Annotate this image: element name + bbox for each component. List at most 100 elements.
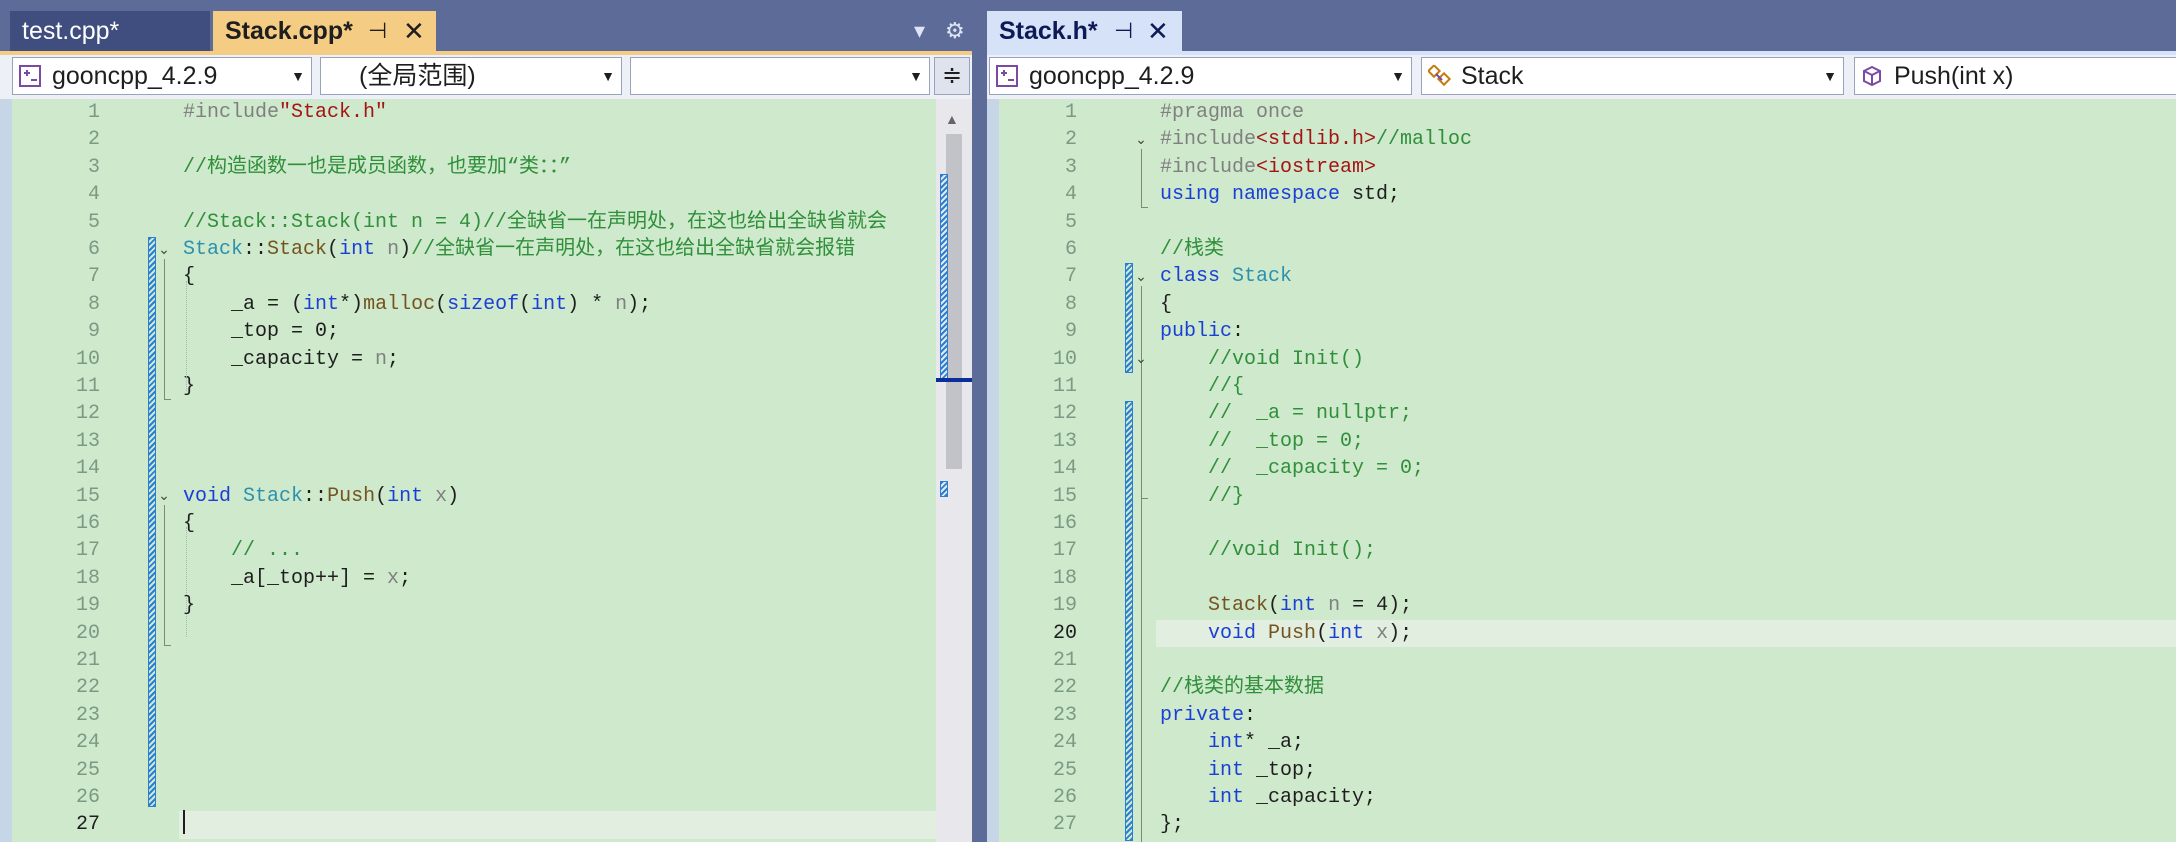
code-token: ( <box>435 292 448 316</box>
code-token: public <box>1160 320 1233 344</box>
code-line[interactable]: 11} <box>0 373 972 400</box>
code-line[interactable]: 1 #include"Stack.h" <box>0 99 972 126</box>
code-token: //void Init(); <box>1160 539 1377 563</box>
code-line[interactable]: 13 <box>0 428 972 455</box>
chevron-down-icon[interactable]: ▾ <box>914 18 925 44</box>
code-token: Push <box>1268 621 1317 645</box>
project-dropdown[interactable]: gooncpp_4.2.9 ▼ <box>989 57 1412 95</box>
code-editor-left[interactable]: 1 #include"Stack.h" 2 3//构造函数一也是成员函数，也要加“类：… <box>0 99 972 842</box>
fold-chevron-icon[interactable]: ⌄ <box>1134 269 1148 283</box>
code-line[interactable]: 15 void Stack::Push(int x) <box>0 483 972 510</box>
split-editor-icon[interactable]: ≑ <box>934 57 970 95</box>
project-dropdown[interactable]: gooncpp_4.2.9 ▼ <box>12 57 312 95</box>
code-token: n <box>375 347 388 371</box>
code-line[interactable]: 8{ <box>987 291 2176 318</box>
code-line[interactable]: 25 int _top; <box>987 757 2176 784</box>
line-number: 25 <box>1052 758 1077 782</box>
code-line[interactable]: 5 <box>987 209 2176 236</box>
pin-icon[interactable]: ⊣ <box>1114 11 1133 51</box>
code-line[interactable]: 14 <box>0 455 972 482</box>
code-line[interactable]: 3 //构造函数一也是成员函数，也要加“类：：” <box>0 154 972 181</box>
code-line[interactable]: 25 <box>0 757 972 784</box>
code-line[interactable]: 2 #include<stdlib.h>//malloc <box>987 126 2176 153</box>
fold-chevron-icon[interactable]: ⌄ <box>157 242 171 256</box>
fold-chevron-icon[interactable]: ⌄ <box>157 488 171 502</box>
code-line[interactable]: 12 // _a = nullptr; <box>987 400 2176 427</box>
code-line[interactable]: 16 <box>987 510 2176 537</box>
line-number: 9 <box>87 320 100 344</box>
tab-test-cpp[interactable]: test.cpp* <box>10 11 210 51</box>
code-text: #pragma once <box>1160 99 1304 126</box>
code-line[interactable]: 9 _top = 0; <box>0 318 972 345</box>
class-icon <box>1426 61 1452 87</box>
code-line[interactable]: 24 <box>0 729 972 756</box>
code-line[interactable]: 1 #pragma once <box>987 99 2176 126</box>
code-line[interactable]: 21 <box>0 647 972 674</box>
line-number: 16 <box>1052 512 1077 535</box>
line-number: 19 <box>75 594 100 618</box>
code-line[interactable]: 26 int _capacity; <box>987 784 2176 811</box>
code-line[interactable]: 15 //} <box>987 483 2176 510</box>
code-line[interactable]: 10 //void Init() <box>987 346 2176 373</box>
code-line[interactable]: 11 //{ <box>987 373 2176 400</box>
indent-guide <box>186 281 188 391</box>
fold-chevron-icon[interactable]: ⌄ <box>1134 351 1148 365</box>
tab-stack-h[interactable]: Stack.h* ⊣ ✕ <box>987 11 1182 51</box>
code-line[interactable]: 14 // _capacity = 0; <box>987 455 2176 482</box>
code-line[interactable]: 17 // ... <box>0 537 972 564</box>
code-line[interactable]: 3 #include<iostream> <box>987 154 2176 181</box>
scroll-up-icon[interactable]: ▲ <box>945 111 959 127</box>
code-line[interactable]: 21 <box>987 647 2176 674</box>
code-line[interactable]: 19} <box>0 592 972 619</box>
code-line[interactable]: 17 //void Init(); <box>987 537 2176 564</box>
member-dropdown[interactable]: Push(int x) <box>1854 57 2176 95</box>
code-line[interactable]: 27 <box>76 811 972 839</box>
code-token: ); <box>1388 621 1413 645</box>
line-number: 12 <box>75 402 100 426</box>
member-dropdown[interactable]: ▼ <box>630 57 930 95</box>
code-line[interactable]: 7{ <box>0 263 972 290</box>
code-line[interactable]: 9 public: <box>987 318 2176 345</box>
code-line[interactable]: 2 <box>0 126 972 153</box>
line-number: 18 <box>1052 566 1077 590</box>
code-editor-right[interactable]: 1 #pragma once 2 #include<stdlib.h>//malloc… <box>987 99 2176 842</box>
code-line[interactable]: 27}; <box>987 811 2176 838</box>
code-line[interactable]: 26 <box>0 784 972 811</box>
code-line[interactable]: 7 class Stack <box>987 263 2176 290</box>
line-number: 6 <box>87 238 100 261</box>
code-line[interactable]: 4 <box>0 181 972 208</box>
fold-chevron-icon[interactable]: ⌄ <box>1134 132 1148 146</box>
code-line[interactable]: 6 //栈类 <box>987 236 2176 263</box>
scope-dropdown[interactable]: (全局范围) ▼ <box>320 57 622 95</box>
code-line[interactable]: 24 int* _a; <box>987 729 2176 756</box>
code-line[interactable]: 4 using namespace std; <box>987 181 2176 208</box>
code-line[interactable]: 20 <box>0 620 972 647</box>
code-line[interactable]: 23 private: <box>987 702 2176 729</box>
code-line[interactable]: 5 //Stack::Stack(int n = 4)//全缺省一在声明处，在这也… <box>0 209 972 236</box>
code-line[interactable]: 22 //栈类的基本数据 <box>987 674 2176 701</box>
code-line[interactable]: 20 void Push(int x); <box>1053 619 2176 647</box>
code-line[interactable]: 13 // _top = 0; <box>987 428 2176 455</box>
code-line[interactable]: 23 <box>0 702 972 729</box>
code-line[interactable]: 6 Stack::Stack(int n)//全缺省一在声明处，在这也给出全缺省就… <box>0 236 972 263</box>
vertical-scrollbar[interactable]: ▲ <box>936 99 972 842</box>
code-line[interactable]: 22 <box>0 674 972 701</box>
code-line[interactable]: 18 _a[_top++] = x; <box>0 565 972 592</box>
scroll-thumb[interactable] <box>946 134 962 469</box>
code-line[interactable]: 16 { <box>0 510 972 537</box>
close-icon[interactable]: ✕ <box>1147 11 1169 51</box>
gear-icon[interactable]: ⚙ <box>945 18 965 44</box>
code-line[interactable]: 18 <box>987 565 2176 592</box>
code-line[interactable]: 19 Stack(int n = 4); <box>987 592 2176 619</box>
code-token: } <box>183 594 196 618</box>
pane-splitter[interactable] <box>972 0 987 842</box>
tab-stack-cpp[interactable]: Stack.cpp* ⊣ ✕ <box>213 11 436 51</box>
scope-dropdown[interactable]: Stack ▼ <box>1421 57 1844 95</box>
pin-icon[interactable]: ⊣ <box>368 11 387 51</box>
close-icon[interactable]: ✕ <box>403 11 425 51</box>
code-line[interactable]: 10 _capacity = n; <box>0 346 972 373</box>
code-token: x <box>387 566 400 590</box>
code-line[interactable]: 8 _a = (int*)malloc(sizeof(int) * n); <box>0 291 972 318</box>
code-line[interactable]: 12 <box>0 400 972 427</box>
